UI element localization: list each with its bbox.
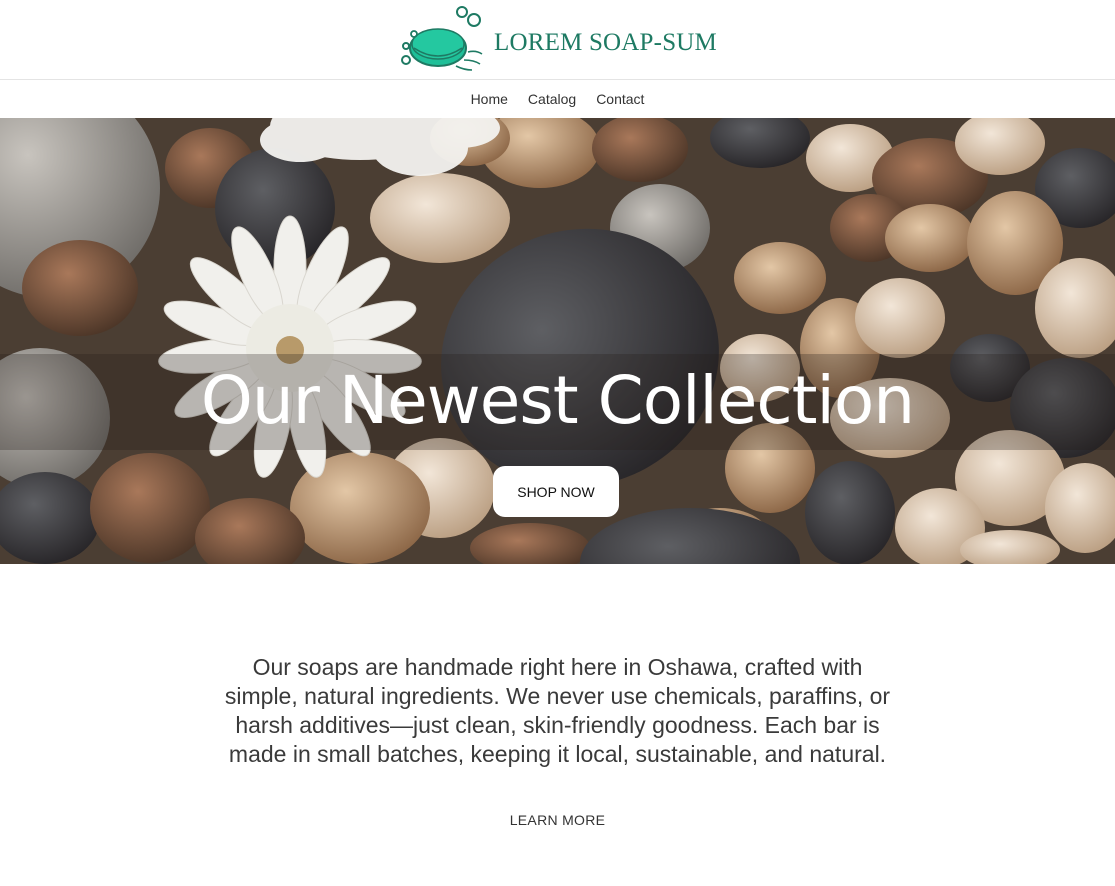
nav-catalog-link[interactable]: Catalog [528, 91, 576, 107]
about-text: Our soaps are handmade right here in Osh… [224, 654, 891, 767]
main-nav: Home Catalog Contact [0, 80, 1115, 118]
soap-bar-bubbles-icon [401, 5, 483, 71]
brand-name: LOREM SOAP-SUM [494, 28, 717, 56]
logo-link[interactable]: LOREM SOAP-SUM [398, 4, 717, 76]
learn-more-link[interactable]: LEARN MORE [510, 812, 606, 828]
nav-home-link[interactable]: Home [471, 91, 508, 107]
about-section: Our soaps are handmade right here in Osh… [0, 564, 1115, 830]
hero-banner: Our Newest Collection SHOP NOW [0, 118, 1115, 564]
hero-title: Our Newest Collection [200, 362, 915, 439]
site-header: LOREM SOAP-SUM [0, 0, 1115, 80]
shop-now-button[interactable]: SHOP NOW [493, 466, 619, 517]
nav-contact-link[interactable]: Contact [596, 91, 644, 107]
